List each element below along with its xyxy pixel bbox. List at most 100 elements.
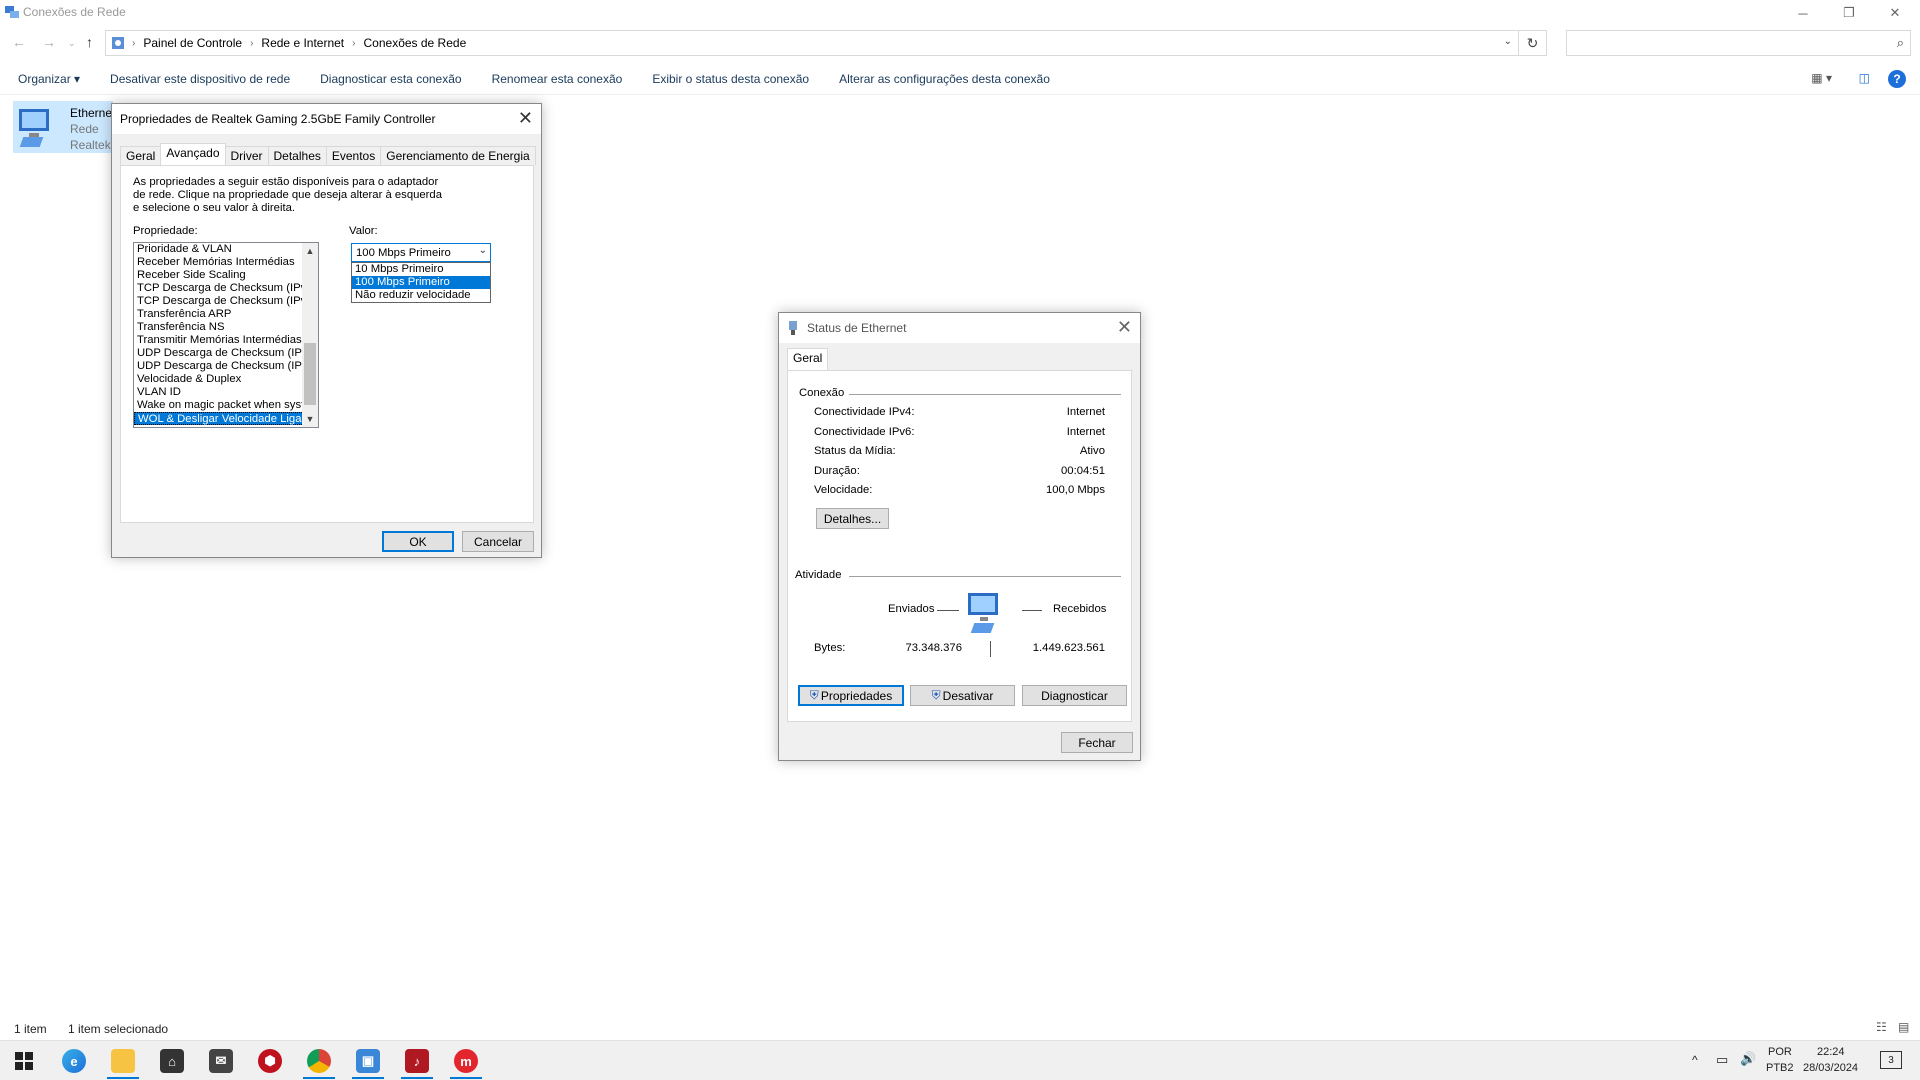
breadcrumb-rede[interactable]: Rede e Internet	[261, 36, 344, 50]
properties-button[interactable]: ⛨ Propriedades	[798, 685, 904, 706]
file-explorer-taskbar-icon[interactable]	[103, 1045, 143, 1079]
status-tabs: Geral	[787, 348, 829, 370]
close-icon[interactable]: ✕	[1117, 317, 1132, 338]
property-list-item[interactable]: TCP Descarga de Checksum (IPv6	[134, 295, 318, 308]
breadcrumb-conexoes[interactable]: Conexões de Rede	[364, 36, 467, 50]
restore-button[interactable]: ❐	[1826, 0, 1872, 26]
start-button[interactable]	[4, 1045, 44, 1077]
preview-pane-icon[interactable]: ◫	[1859, 71, 1870, 85]
value-option[interactable]: 100 Mbps Primeiro	[352, 276, 490, 289]
property-list-item[interactable]: UDP Descarga de Checksum (IPv	[134, 347, 318, 360]
shield-icon: ⛨	[809, 688, 819, 702]
property-list-item[interactable]: TCP Descarga de Checksum (IPv4	[134, 282, 318, 295]
value-option[interactable]: Não reduzir velocidade	[352, 289, 490, 302]
address-bar[interactable]: › Painel de Controle › Rede e Internet ›…	[105, 30, 1519, 56]
scroll-down-icon[interactable]: ▼	[302, 411, 318, 427]
diagnose-command[interactable]: Diagnosticar esta conexão	[320, 72, 461, 86]
tray-chevron-icon[interactable]: ^	[1692, 1053, 1698, 1067]
property-list-item[interactable]: UDP Descarga de Checksum (IPv	[134, 360, 318, 373]
breadcrumb-separator-icon: ›	[132, 37, 136, 49]
notification-center-icon[interactable]: 3	[1880, 1051, 1902, 1069]
tab-geral[interactable]: Geral	[120, 146, 162, 165]
sent-line	[937, 610, 959, 611]
rename-command[interactable]: Renomear esta conexão	[492, 72, 623, 86]
red-app-taskbar-icon[interactable]: m	[446, 1045, 486, 1079]
tab-detalhes[interactable]: Detalhes	[267, 146, 327, 165]
tab-eventos[interactable]: Eventos	[325, 146, 382, 165]
tiles-view-icon[interactable]: ▤	[1898, 1020, 1909, 1034]
property-list-item[interactable]: Velocidade & Duplex	[134, 373, 318, 386]
property-list-item[interactable]: Wake on magic packet when syste	[134, 399, 318, 412]
property-list-item[interactable]: Prioridade & VLAN	[134, 243, 318, 256]
control-panel-taskbar-icon[interactable]: ▣	[348, 1045, 388, 1079]
status-dialog-title: Status de Ethernet	[807, 321, 907, 335]
details-view-icon[interactable]: ☷	[1876, 1020, 1887, 1034]
item-count: 1 item	[14, 1022, 47, 1036]
property-list-item[interactable]: Transmitir Memórias Intermédias	[134, 334, 318, 347]
tab-avancado[interactable]: Avançado	[160, 143, 226, 165]
property-listbox[interactable]: Prioridade & VLAN Receber Memórias Interm…	[133, 242, 319, 428]
search-icon: ⌕	[1896, 35, 1904, 50]
value-dropdown-list[interactable]: 10 Mbps Primeiro 100 Mbps Primeiro Não red…	[351, 262, 491, 303]
properties-dialog-titlebar: Propriedades de Realtek Gaming 2.5GbE Fa…	[112, 104, 541, 134]
view-options-icon[interactable]: ▦ ▾	[1811, 71, 1832, 85]
close-icon[interactable]: ✕	[518, 108, 533, 129]
forward-arrow-icon[interactable]: →	[42, 34, 56, 50]
clock-date[interactable]: 28/03/2024	[1803, 1062, 1858, 1074]
close-button[interactable]: ✕	[1872, 0, 1918, 26]
tab-driver[interactable]: Driver	[224, 146, 269, 165]
item-network: Rede	[70, 122, 99, 136]
disable-button[interactable]: ⛨ Desativar	[910, 685, 1015, 706]
media-status-value: Ativo	[1079, 445, 1105, 457]
tab-energia[interactable]: Gerenciamento de Energia	[380, 146, 536, 165]
cancel-button[interactable]: Cancelar	[462, 531, 534, 552]
properties-tabs: Geral Avançado Driver Detalhes Eventos G…	[120, 143, 536, 165]
tab-geral[interactable]: Geral	[787, 348, 829, 370]
breadcrumb-painel[interactable]: Painel de Controle	[143, 36, 242, 50]
property-list-item[interactable]: Transferência NS	[134, 321, 318, 334]
volume-tray-icon[interactable]: 🔊	[1740, 1051, 1756, 1067]
property-list-item[interactable]: VLAN ID	[134, 386, 318, 399]
organize-menu[interactable]: Organizar ▾	[18, 72, 80, 86]
bytes-divider	[990, 641, 991, 657]
property-list-item[interactable]: Receber Memórias Intermédias	[134, 256, 318, 269]
back-arrow-icon[interactable]: ←	[12, 34, 26, 50]
received-line	[1022, 610, 1042, 611]
store-taskbar-icon[interactable]: ⌂	[152, 1045, 192, 1077]
refresh-icon[interactable]: ↻	[1519, 30, 1547, 56]
lang-secondary[interactable]: PTB2	[1766, 1062, 1794, 1074]
search-input[interactable]: ⌕	[1566, 30, 1911, 56]
close-dialog-button[interactable]: Fechar	[1061, 732, 1133, 753]
property-scrollbar[interactable]: ▲ ▼	[302, 243, 318, 427]
ok-button[interactable]: OK	[382, 531, 454, 552]
realtek-taskbar-icon[interactable]: ♪	[397, 1045, 437, 1079]
scroll-thumb[interactable]	[304, 343, 316, 405]
edge-taskbar-icon[interactable]: e	[54, 1045, 94, 1077]
clock-time[interactable]: 22:24	[1817, 1046, 1845, 1058]
view-status-command[interactable]: Exibir o status desta conexão	[652, 72, 809, 86]
up-arrow-icon[interactable]: ↑	[86, 34, 93, 50]
game-app-taskbar-icon[interactable]: ⬢	[250, 1045, 290, 1077]
mail-taskbar-icon[interactable]: ✉	[201, 1045, 241, 1077]
value-combobox[interactable]: 100 Mbps Primeiro ⌄	[351, 243, 491, 262]
property-list-item[interactable]: WOL & Desligar Velocidade Ligaç	[134, 412, 318, 425]
property-list-item[interactable]: Receber Side Scaling	[134, 269, 318, 282]
diagnose-button[interactable]: Diagnosticar	[1022, 685, 1127, 706]
windows-logo-icon	[15, 1052, 33, 1070]
help-icon[interactable]: ?	[1888, 70, 1906, 88]
property-list-item[interactable]: Transferência ARP	[134, 308, 318, 321]
details-button[interactable]: Detalhes...	[816, 508, 889, 529]
item-name: Etherne	[70, 106, 113, 120]
chrome-taskbar-icon[interactable]	[299, 1045, 339, 1079]
address-dropdown-icon[interactable]: ⌄	[1504, 36, 1512, 47]
ethernet-connection-item[interactable]: Etherne Rede Realtek	[13, 101, 113, 153]
change-settings-command[interactable]: Alterar as configurações desta conexão	[839, 72, 1050, 86]
lang-primary[interactable]: POR	[1768, 1046, 1792, 1058]
scroll-up-icon[interactable]: ▲	[302, 243, 318, 259]
disable-device-command[interactable]: Desativar este dispositivo de rede	[110, 72, 290, 86]
network-activity-icon	[968, 593, 998, 633]
value-option[interactable]: 10 Mbps Primeiro	[352, 263, 490, 276]
recent-chevron-icon[interactable]: ⌄	[68, 38, 76, 49]
minimize-button[interactable]: ─	[1780, 0, 1826, 26]
network-tray-icon[interactable]: ▭	[1716, 1052, 1728, 1068]
